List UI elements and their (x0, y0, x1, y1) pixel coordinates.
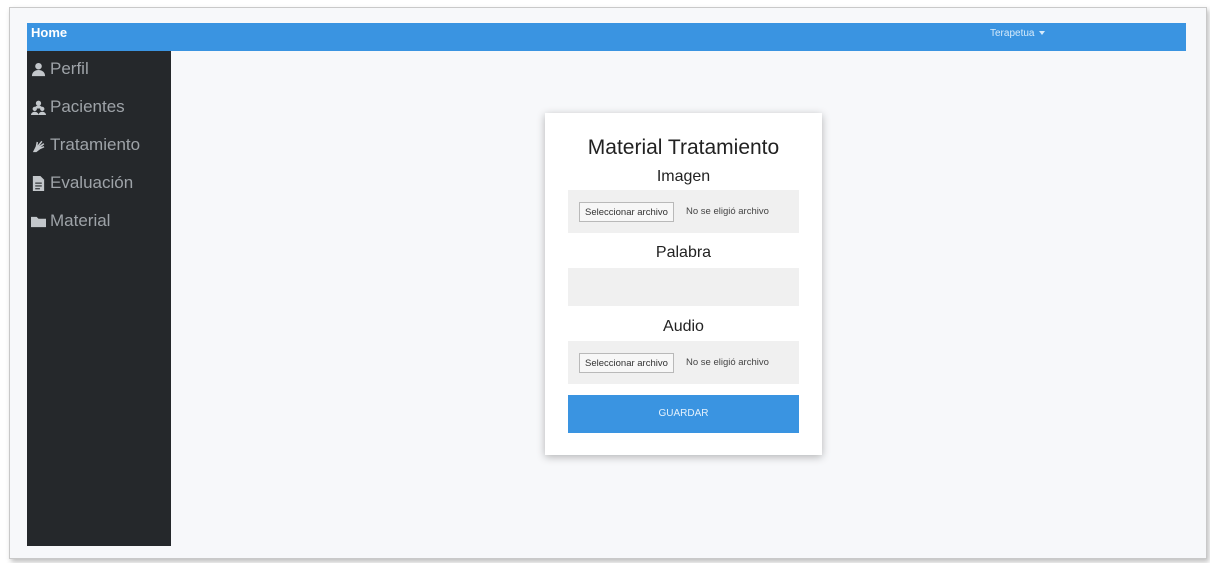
word-label: Palabra (655, 244, 712, 261)
save-button[interactable]: GUARDAR (568, 395, 799, 433)
form-title: Material Tratamiento (587, 136, 780, 159)
document-icon (32, 175, 45, 191)
audio-file-status: No se eligió archivo (686, 357, 769, 368)
sidebar-item-perfil[interactable]: Perfil (31, 59, 89, 79)
sidebar-item-label: Pacientes (50, 97, 125, 116)
user-icon (31, 62, 46, 76)
top-navbar: Home Terapetua (27, 23, 1186, 51)
image-file-status: No se eligió archivo (686, 206, 769, 217)
sidebar-item-label: Perfil (50, 59, 89, 78)
audio-file-input: Seleccionar archivo No se eligió archivo (568, 341, 799, 384)
user-menu-toggle[interactable]: Terapetua (990, 28, 1046, 39)
audio-label: Audio (663, 318, 704, 335)
sidebar-item-pacientes[interactable]: Pacientes (31, 97, 125, 117)
folder-icon (31, 216, 46, 227)
sidebar-item-label: Evaluación (50, 173, 134, 192)
sidebar: Perfil Pacientes Tratamiento Evaluación … (27, 51, 171, 546)
image-select-file-button[interactable]: Seleccionar archivo (579, 202, 674, 222)
sign-language-icon (32, 140, 45, 152)
material-form-card: Material Tratamiento Imagen Seleccionar … (545, 113, 822, 455)
user-menu-label: Terapetua (990, 28, 1035, 39)
sidebar-item-material[interactable]: Material (31, 211, 110, 231)
audio-select-file-button[interactable]: Seleccionar archivo (579, 353, 674, 373)
sidebar-item-label: Tratamiento (50, 135, 141, 154)
image-file-input: Seleccionar archivo No se eligió archivo (568, 190, 799, 233)
home-link[interactable]: Home (31, 25, 67, 40)
word-input[interactable] (568, 268, 799, 306)
sidebar-item-evaluacion[interactable]: Evaluación (31, 173, 133, 193)
users-icon (31, 100, 46, 115)
image-label: Imagen (656, 168, 711, 185)
sidebar-item-tratamiento[interactable]: Tratamiento (31, 135, 140, 155)
caret-down-icon (1039, 31, 1046, 36)
sidebar-item-label: Material (50, 211, 111, 230)
